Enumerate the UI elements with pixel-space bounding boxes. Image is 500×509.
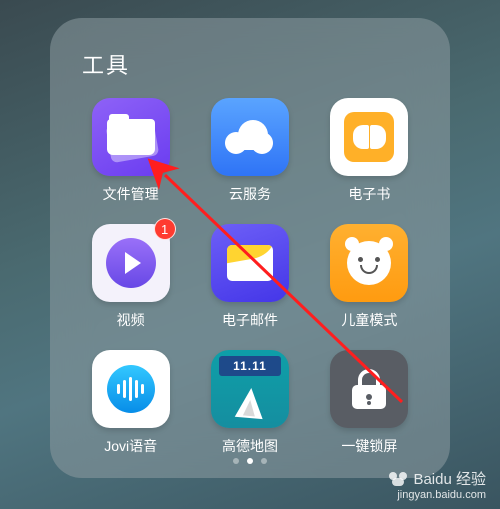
mail-icon: [211, 224, 289, 302]
play-icon: 1: [92, 224, 170, 302]
book-icon: [330, 98, 408, 176]
page-indicator[interactable]: [76, 458, 424, 464]
app-label: 视频: [117, 310, 145, 330]
voice-wave-icon: [92, 350, 170, 428]
app-email[interactable]: 电子邮件: [195, 224, 304, 330]
app-lock-screen[interactable]: 一键锁屏: [315, 350, 424, 456]
watermark-suffix: 经验: [456, 471, 486, 488]
app-label: 儿童模式: [341, 310, 397, 330]
notification-badge: 1: [154, 218, 176, 240]
watermark-url: jingyan.baidu.com: [389, 489, 486, 503]
app-label: 一键锁屏: [341, 436, 397, 456]
paw-icon: [389, 472, 407, 486]
app-label: Jovi语音: [104, 436, 157, 456]
folder-title: 工具: [82, 48, 424, 80]
app-file-manager[interactable]: 文件管理: [76, 98, 185, 204]
app-label: 电子书: [348, 184, 390, 204]
app-label: 云服务: [229, 184, 271, 204]
app-label: 高德地图: [222, 436, 278, 456]
app-jovi-voice[interactable]: Jovi语音: [76, 350, 185, 456]
watermark: Baidu 经验 jingyan.baidu.com: [389, 471, 486, 504]
tools-folder-panel: 工具 文件管理 云服务 电子书 1 视频: [50, 18, 450, 478]
child-icon: [330, 224, 408, 302]
watermark-brand: Baidu: [413, 471, 451, 488]
lock-icon: [330, 350, 408, 428]
app-child-mode[interactable]: 儿童模式: [315, 224, 424, 330]
app-cloud-service[interactable]: 云服务: [195, 98, 304, 204]
app-label: 电子邮件: [222, 310, 278, 330]
app-ebook[interactable]: 电子书: [315, 98, 424, 204]
app-label: 文件管理: [103, 184, 159, 204]
cloud-icon: [211, 98, 289, 176]
app-video[interactable]: 1 视频: [76, 224, 185, 330]
app-amap[interactable]: 11.11 高德地图: [195, 350, 304, 456]
map-promo-banner: 11.11: [219, 356, 281, 376]
map-icon: 11.11: [211, 350, 289, 428]
folder-icon: [92, 98, 170, 176]
app-grid: 文件管理 云服务 电子书 1 视频 电子邮件: [76, 98, 424, 456]
